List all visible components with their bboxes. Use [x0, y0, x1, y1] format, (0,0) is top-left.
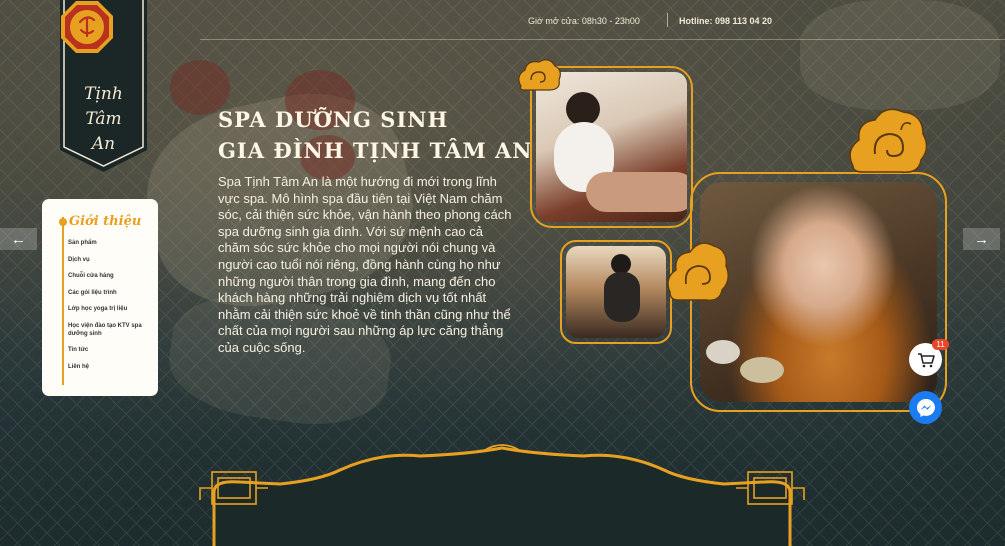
hero-intro-text: Spa Tịnh Tâm An là một hướng đi mới tron… [218, 174, 512, 355]
arrow-left-icon: ← [11, 230, 26, 248]
nav-list: Sản phẩm Dịch vụ Chuỗi cửa hàng Các gói … [68, 239, 152, 379]
messenger-button[interactable] [909, 391, 942, 424]
photo-frame-treatment [560, 240, 672, 344]
facial-photo [700, 182, 937, 402]
nav-item-lien-he[interactable]: Liên hệ [68, 363, 152, 371]
nav-item-chuoi-cua-hang[interactable]: Chuỗi cửa hàng [68, 272, 152, 280]
nav-item-gioi-thieu[interactable]: Giới thiệu [69, 214, 141, 229]
brand-name-line: An [91, 134, 116, 154]
hero-title-line: GIA ĐÌNH TỊNH TÂM AN [218, 138, 533, 163]
cloud-ornament-icon [667, 242, 729, 301]
messenger-icon [916, 398, 935, 417]
brand-name-line: Tịnh [84, 84, 123, 104]
side-navigation: Giới thiệu Sản phẩm Dịch vụ Chuỗi cửa hà… [42, 199, 158, 396]
hero-title: SPA DƯỠNG SINH GIA ĐÌNH TỊNH TÂM AN [218, 104, 533, 166]
hotline-link[interactable]: Hotline: 098 113 04 20 [679, 16, 772, 26]
opening-hours: Giờ mở cửa: 08h30 - 23h00 [528, 16, 640, 26]
cloud-ornament-icon [849, 108, 928, 173]
top-bar: Giờ mở cửa: 08h30 - 23h00 Hotline: 098 1… [200, 0, 1005, 40]
herb-bowl [740, 357, 784, 383]
nav-item-lop-hoc-yoga[interactable]: Lớp học yoga trị liệu [68, 305, 152, 313]
bottom-ornament [199, 444, 805, 546]
therapist-body [604, 272, 640, 322]
nav-rail [62, 217, 64, 385]
topbar-divider [667, 13, 668, 27]
nav-item-san-pham[interactable]: Sản phẩm [68, 239, 152, 247]
cart-count-badge: 11 [932, 339, 949, 350]
herb-bowl [706, 340, 740, 364]
nav-item-hoc-vien[interactable]: Học viện đào tạo KTV spa dưỡng sinh [68, 322, 152, 338]
cart-icon [917, 352, 935, 367]
nav-active-dot [59, 218, 67, 226]
cloud-ornament-icon [518, 59, 561, 91]
client-back [586, 172, 687, 212]
arrow-right-icon: → [974, 230, 989, 248]
brand-name-line: Tâm [85, 109, 122, 129]
treatment-photo [566, 246, 666, 338]
slider-next-button[interactable]: → [963, 228, 1000, 250]
logo-seal-icon [61, 1, 113, 53]
therapist-figure [611, 254, 631, 274]
hero-title-line: SPA DƯỠNG SINH [218, 107, 449, 132]
nav-item-goi-lieu-trinh[interactable]: Các gói liệu trình [68, 289, 152, 297]
logo[interactable]: Tịnh Tâm An [60, 0, 147, 172]
therapist-figure [566, 92, 600, 126]
nav-item-tin-tuc[interactable]: Tin tức [68, 346, 152, 354]
nav-item-dich-vu[interactable]: Dịch vụ [68, 256, 152, 264]
brand-name: Tịnh Tâm An [60, 82, 147, 157]
slider-prev-button[interactable]: ← [0, 228, 37, 250]
